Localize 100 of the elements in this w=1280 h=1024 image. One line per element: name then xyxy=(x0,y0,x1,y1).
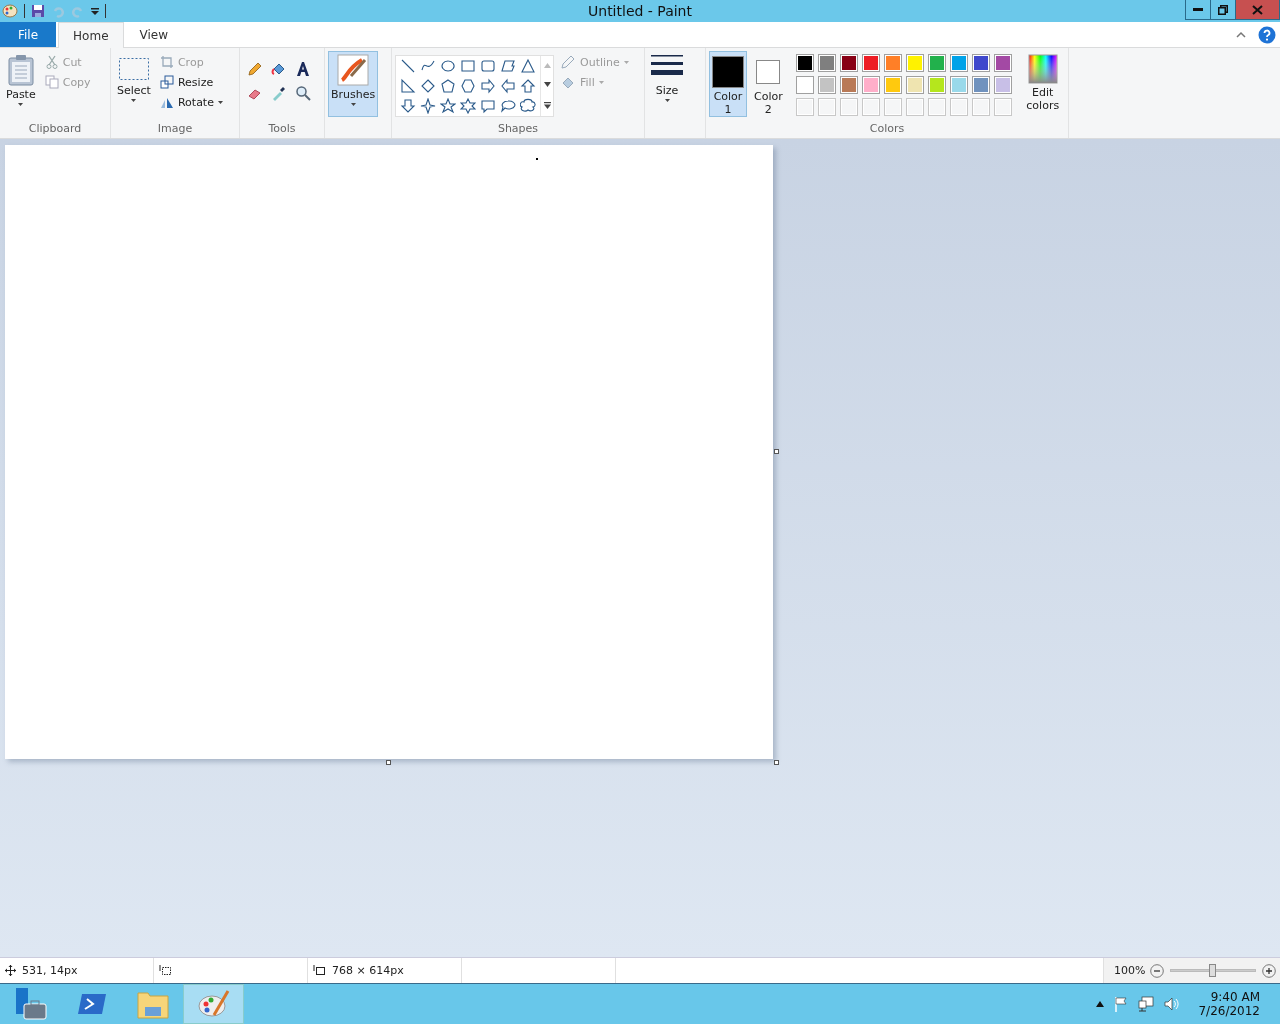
color-1-button[interactable]: Color 1 xyxy=(709,51,747,117)
color-2-button[interactable]: Color 2 xyxy=(751,51,786,117)
color-swatch[interactable] xyxy=(795,76,814,94)
save-icon[interactable] xyxy=(31,4,45,18)
empty-color-slot[interactable] xyxy=(883,98,902,116)
show-hidden-icons-icon[interactable] xyxy=(1096,1001,1105,1007)
shape-icon[interactable] xyxy=(520,78,536,94)
color-swatch[interactable] xyxy=(817,54,836,72)
clipboard-icon xyxy=(6,54,35,86)
scroll-down-icon[interactable] xyxy=(543,82,551,88)
empty-color-slot[interactable] xyxy=(795,98,814,116)
ribbon-tab[interactable]: View xyxy=(125,22,182,47)
crop-icon xyxy=(159,55,174,69)
color-swatch[interactable] xyxy=(883,76,902,94)
shape-icon[interactable] xyxy=(520,98,536,114)
text-tool-icon[interactable] xyxy=(295,61,311,77)
color-swatch[interactable] xyxy=(971,54,990,72)
empty-color-slot[interactable] xyxy=(971,98,990,116)
color-picker-icon[interactable] xyxy=(271,85,287,101)
color-swatch[interactable] xyxy=(971,76,990,94)
shape-icon[interactable] xyxy=(480,58,496,74)
zoom-in-icon[interactable] xyxy=(1262,963,1276,978)
magnifier-icon[interactable] xyxy=(295,85,311,101)
color-swatch[interactable] xyxy=(949,76,968,94)
brushes-button[interactable]: Brushes xyxy=(328,51,379,117)
size-button[interactable]: Size xyxy=(648,51,686,117)
speaker-icon[interactable] xyxy=(1164,996,1181,1012)
ribbon-tab[interactable]: Home xyxy=(58,22,124,48)
color-swatch[interactable] xyxy=(817,76,836,94)
select-button[interactable]: Select xyxy=(114,51,154,117)
ribbon-tab[interactable]: File xyxy=(0,22,57,47)
network-icon[interactable] xyxy=(1138,996,1155,1012)
zoom-slider[interactable] xyxy=(1170,963,1256,978)
shape-icon[interactable] xyxy=(460,98,476,114)
empty-color-slot[interactable] xyxy=(905,98,924,116)
color-swatch[interactable] xyxy=(993,76,1012,94)
resize-handle[interactable] xyxy=(774,760,779,765)
restore-icon xyxy=(1218,4,1228,15)
clock-date[interactable]: 7/26/2012 xyxy=(1198,1004,1260,1018)
color-swatch[interactable] xyxy=(861,76,880,94)
cursor-position: 531, 14px xyxy=(22,964,78,977)
color-swatch[interactable] xyxy=(905,76,924,94)
paint-palette-icon[interactable] xyxy=(2,4,18,18)
shape-icon[interactable] xyxy=(440,78,456,94)
empty-color-slot[interactable] xyxy=(993,98,1012,116)
window-title: Untitled - Paint xyxy=(588,3,692,19)
clock-time[interactable]: 9:40 AM xyxy=(1210,990,1260,1004)
shape-icon[interactable] xyxy=(400,78,416,94)
color-swatch[interactable] xyxy=(839,54,858,72)
pencil-icon[interactable] xyxy=(247,61,263,77)
close-button[interactable] xyxy=(1235,0,1280,20)
shape-icon[interactable] xyxy=(420,78,436,94)
paste-button[interactable]: Paste xyxy=(3,51,39,117)
color-swatch[interactable] xyxy=(949,54,968,72)
empty-color-slot[interactable] xyxy=(949,98,968,116)
rotate-button[interactable]: Rotate xyxy=(157,93,225,111)
resize-button[interactable]: Resize xyxy=(157,73,225,91)
help-icon[interactable] xyxy=(1258,25,1276,44)
fill-bucket-icon[interactable] xyxy=(271,61,287,77)
empty-color-slot[interactable] xyxy=(817,98,836,116)
shape-icon[interactable] xyxy=(440,98,456,114)
color-swatch[interactable] xyxy=(905,54,924,72)
minimize-icon xyxy=(1193,8,1203,11)
shape-icon[interactable] xyxy=(500,58,516,74)
taskbar-button[interactable] xyxy=(183,984,244,1024)
color-swatch[interactable] xyxy=(927,54,946,72)
color-swatch[interactable] xyxy=(839,76,858,94)
resize-icon xyxy=(159,75,174,89)
shape-icon[interactable] xyxy=(500,98,516,114)
edit-colors-button[interactable]: Edit colors xyxy=(1019,51,1066,117)
empty-color-slot[interactable] xyxy=(861,98,880,116)
group-label: Clipboard xyxy=(27,122,83,137)
resize-handle[interactable] xyxy=(386,760,391,765)
shape-icon[interactable] xyxy=(460,78,476,94)
empty-color-slot[interactable] xyxy=(839,98,858,116)
flag-icon[interactable] xyxy=(1114,996,1129,1012)
zoom-slider-thumb[interactable] xyxy=(1209,964,1216,977)
pencil-icon xyxy=(560,55,576,69)
color-swatch[interactable] xyxy=(795,54,814,72)
shape-icon[interactable] xyxy=(420,98,436,114)
color-swatch[interactable] xyxy=(927,76,946,94)
shape-icon[interactable] xyxy=(480,78,496,94)
shape-icon[interactable] xyxy=(400,98,416,114)
expand-gallery-icon[interactable] xyxy=(543,101,551,109)
resize-handle[interactable] xyxy=(774,449,779,454)
shape-icon[interactable] xyxy=(500,78,516,94)
shape-icon[interactable] xyxy=(440,58,456,74)
shape-icon[interactable] xyxy=(400,58,416,74)
minimize-button[interactable] xyxy=(1185,0,1211,20)
color-swatch[interactable] xyxy=(861,54,880,72)
shape-icon[interactable] xyxy=(520,58,536,74)
color-swatch[interactable] xyxy=(993,54,1012,72)
color-swatch[interactable] xyxy=(883,54,902,72)
zoom-out-icon[interactable] xyxy=(1150,963,1164,978)
empty-color-slot[interactable] xyxy=(927,98,946,116)
canvas-size: 768 × 614px xyxy=(332,964,404,977)
copy-icon xyxy=(44,75,59,89)
shape-icon[interactable] xyxy=(480,98,496,114)
customize-caret-icon[interactable] xyxy=(91,7,99,15)
collapse-ribbon-icon[interactable] xyxy=(1236,31,1246,38)
